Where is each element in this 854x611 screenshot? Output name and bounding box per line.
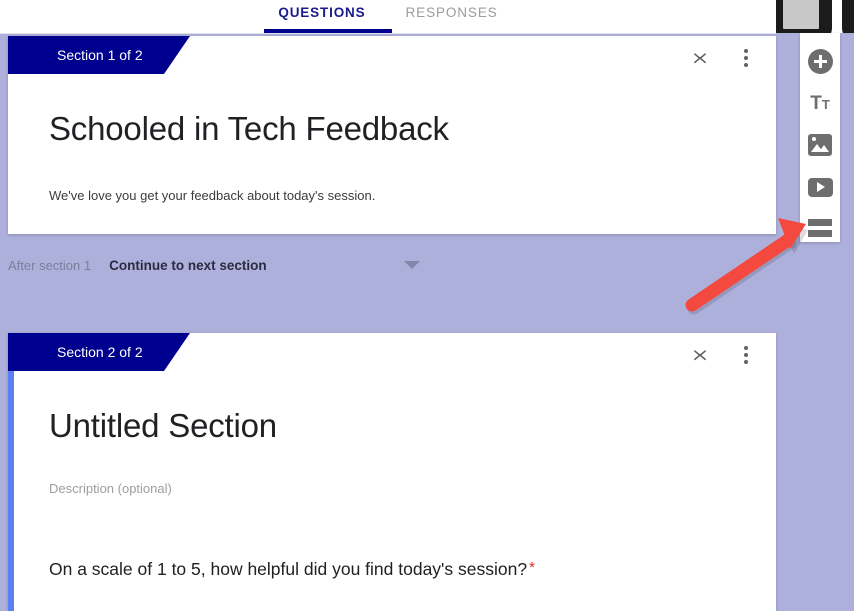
tab-responses[interactable]: RESPONSES (386, 0, 518, 29)
more-options-icon[interactable] (734, 343, 758, 367)
add-image-icon (808, 134, 832, 156)
section-title[interactable]: Untitled Section (49, 407, 277, 445)
add-section-button[interactable] (807, 216, 833, 242)
tab-questions[interactable]: QUESTIONS (258, 0, 385, 29)
tt-glyph-small: T (821, 96, 830, 112)
chevron-down-icon[interactable] (404, 261, 420, 269)
tt-glyph-big: T (810, 92, 822, 114)
tab-bar-divider (0, 33, 776, 34)
add-image-button[interactable] (807, 132, 833, 158)
kebab-dots (744, 48, 748, 68)
required-asterisk: * (529, 559, 535, 576)
add-video-icon (807, 177, 833, 197)
form-description[interactable]: We've love you get your feedback about t… (49, 188, 375, 203)
collapse-expand-icon[interactable] (688, 46, 712, 70)
graphic-shape-left (776, 0, 832, 33)
question-title-text: On a scale of 1 to 5, how helpful did yo… (49, 559, 528, 579)
section-2-actions (688, 343, 758, 367)
section-2-banner: Section 2 of 2 (8, 333, 190, 371)
section-2-banner-label: Section 2 of 2 (57, 344, 143, 360)
section-1-actions (688, 46, 758, 70)
section-card-1[interactable]: Section 1 of 2 Schooled in Tech Feedback… (8, 36, 776, 234)
after-section-navigation-row[interactable]: After section 1 Continue to next section (0, 250, 776, 280)
add-video-button[interactable] (807, 174, 833, 200)
more-options-icon[interactable] (734, 46, 758, 70)
form-title[interactable]: Schooled in Tech Feedback (49, 110, 449, 148)
add-title-button[interactable]: TT (807, 90, 833, 116)
section-1-banner-label: Section 1 of 2 (57, 47, 143, 63)
partially-visible-graphic (776, 0, 854, 33)
add-section-icon (808, 219, 832, 239)
insert-toolbar: TT (800, 33, 840, 242)
section-1-banner: Section 1 of 2 (8, 36, 190, 74)
next-section-select-value[interactable]: Continue to next section (109, 258, 267, 273)
tab-questions-label: QUESTIONS (278, 5, 366, 20)
question-title[interactable]: On a scale of 1 to 5, how helpful did yo… (49, 559, 535, 580)
kebab-dots (744, 345, 748, 365)
section-description-input[interactable]: Description (optional) (49, 481, 172, 496)
add-question-icon (807, 48, 833, 74)
tab-responses-label: RESPONSES (405, 5, 498, 20)
add-title-and-description-icon: TT (810, 94, 830, 113)
add-question-button[interactable] (807, 48, 833, 74)
after-section-label: After section 1 (8, 257, 92, 273)
focused-card-accent-bar (8, 333, 14, 611)
forms-editor-page: QUESTIONS RESPONSES Section 1 of 2 Schoo… (0, 0, 854, 611)
collapse-expand-icon[interactable] (688, 343, 712, 367)
section-card-2[interactable]: Section 2 of 2 Untitled Section Descript… (8, 333, 776, 611)
graphic-shape-right (842, 0, 854, 33)
